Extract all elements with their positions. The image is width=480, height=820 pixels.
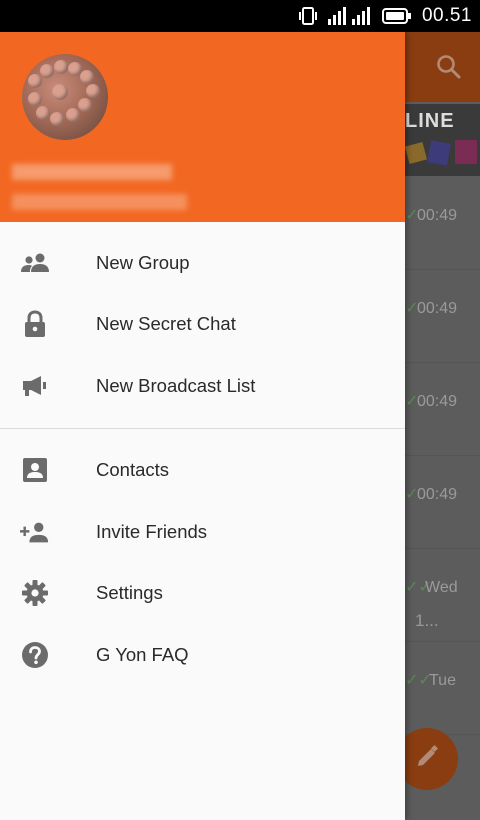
gear-icon [20,578,50,608]
vibrate-icon [298,7,318,25]
megaphone-icon [20,371,50,401]
drawer-header [0,32,405,222]
background-chat-row[interactable]: ✓✓ Tue [405,642,480,735]
drawer-menu: New Group New Secret Chat New Broadcast … [0,232,405,686]
menu-item-label: Invite Friends [96,520,208,542]
chat-time: 00:49 [417,486,458,503]
menu-item-new-broadcast-list[interactable]: New Broadcast List [0,355,405,417]
status-time: 00.51 [421,5,472,26]
menu-item-invite-friends[interactable]: Invite Friends [0,501,405,563]
chat-time: Wed [425,579,458,596]
chat-preview: 1... [415,611,439,630]
contact-card-icon [20,455,50,485]
double-check-icon: ✓✓ [405,672,432,689]
menu-item-new-group[interactable]: New Group [0,232,405,294]
status-bar: 00.51 [0,0,480,32]
menu-item-contacts[interactable]: Contacts [0,440,405,502]
search-icon[interactable] [436,54,462,85]
pencil-icon [414,744,440,775]
help-icon [20,640,50,670]
menu-item-label: G Yon FAQ [96,643,189,665]
menu-divider [0,427,405,429]
menu-item-label: New Broadcast List [96,374,256,396]
menu-item-label: New Secret Chat [96,313,236,335]
chat-time: 00:49 [417,207,458,224]
signal-icon [327,7,372,25]
add-person-icon [20,517,50,547]
battery-icon [381,7,412,25]
background-chat-row[interactable]: ✓ 00:49 [405,270,480,363]
user-name-redacted [12,164,172,180]
group-icon [20,248,50,278]
menu-item-settings[interactable]: Settings [0,563,405,625]
chat-time: 00:49 [417,300,458,317]
avatar[interactable] [22,54,108,140]
chat-time: Tue [429,672,456,689]
chat-time: 00:49 [417,393,458,410]
banner-text: LINE [405,110,455,132]
menu-item-label: Contacts [96,459,170,481]
menu-item-label: New Group [96,251,190,273]
background-chat-row[interactable]: ✓✓ Wed 1... [405,549,480,642]
background-chat-row[interactable]: ✓ 00:49 [405,363,480,456]
menu-item-new-secret-chat[interactable]: New Secret Chat [0,294,405,356]
menu-item-faq[interactable]: G Yon FAQ [0,624,405,686]
background-banner: LINE [405,104,480,176]
background-chat-row[interactable]: ✓ 00:49 [405,177,480,270]
compose-button[interactable] [396,728,458,790]
user-phone-redacted [12,194,187,210]
menu-item-label: Settings [96,582,163,604]
background-chat-row[interactable]: ✓ 00:49 [405,456,480,549]
navigation-drawer: New Group New Secret Chat New Broadcast … [0,32,405,820]
lock-icon [20,309,50,339]
